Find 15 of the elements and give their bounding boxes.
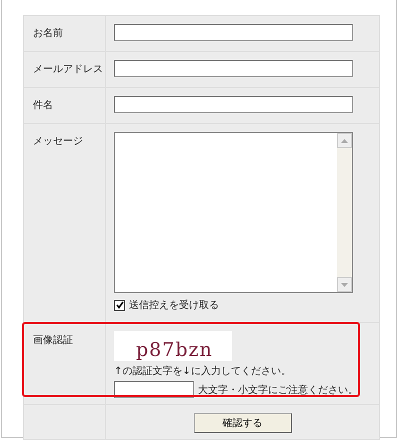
checkbox[interactable] <box>114 300 125 310</box>
field-label: 件名 <box>33 100 53 111</box>
case-note: 大文字・小文字にご注意ください。 <box>198 384 358 396</box>
input-field[interactable] <box>114 96 353 113</box>
field-label: メールアドレス <box>33 64 103 75</box>
message-field[interactable] <box>114 132 353 293</box>
field-label: お名前 <box>33 28 63 39</box>
field-label: メッセージ <box>33 136 83 147</box>
field-label: 画像認証 <box>33 335 73 346</box>
captcha-instruction: ↑の認証文字を↓に入力してください。 <box>114 364 292 378</box>
input-field[interactable] <box>114 60 353 77</box>
confirm-button[interactable]: 確認する <box>194 413 292 433</box>
checkbox-label: 送信控えを受け取る <box>129 298 219 312</box>
captcha-image: p87bzn <box>114 331 232 361</box>
input-field[interactable] <box>114 24 353 41</box>
